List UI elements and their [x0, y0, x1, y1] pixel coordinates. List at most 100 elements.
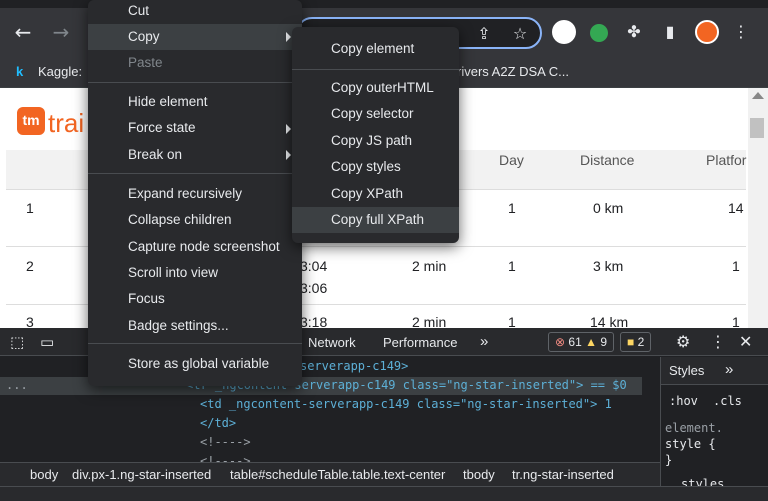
chevron-right-icon — [286, 124, 291, 134]
element-style-line-3: } — [665, 453, 673, 467]
chevron-right-icon — [286, 32, 291, 42]
element-style-line-1: element. — [665, 421, 723, 435]
settings-gear-icon[interactable]: ⚙ — [676, 332, 690, 351]
header-distance: Distance — [580, 152, 635, 168]
bookmark-star-icon[interactable]: ☆ — [510, 24, 530, 44]
menu-item-copy-xpath[interactable]: Copy XPath — [292, 181, 459, 207]
menu-item-break-on[interactable]: Break on — [88, 142, 302, 168]
row-1-platform: 14 — [728, 200, 744, 216]
crumb-tbody[interactable]: tbody — [463, 467, 495, 482]
copy-submenu: Copy element Copy outerHTML Copy selecto… — [292, 27, 459, 243]
styles-more-icon[interactable]: » — [725, 361, 733, 378]
analytics-extension-icon[interactable] — [552, 20, 576, 44]
row-1-distance: 0 km — [593, 200, 624, 216]
crumb-div[interactable]: div.px-1.ng-star-inserted — [72, 467, 211, 482]
row-2-platform: 1 — [732, 258, 740, 274]
row-3-distance: 14 km — [590, 314, 629, 328]
row-3-halt: 2 min — [412, 314, 447, 328]
more-tabs-icon[interactable]: » — [480, 333, 488, 350]
error-warning-badge[interactable]: ⊗ 61 ▲ 9 — [548, 332, 615, 352]
code-line-4[interactable]: </td> — [200, 416, 236, 430]
trainman-logo-icon: tm — [17, 107, 45, 135]
ellipsis-marker[interactable]: ... — [6, 378, 28, 392]
bookmark-kaggle[interactable]: Kaggle: — [38, 64, 82, 79]
device-toolbar-icon[interactable]: ▭ — [40, 333, 54, 351]
row-3-time1: 3:18 — [300, 314, 328, 328]
row-1-day: 1 — [508, 200, 516, 216]
menu-item-copy-js-path[interactable]: Copy JS path — [292, 128, 459, 154]
crumb-tr[interactable]: tr.ng-star-inserted — [512, 467, 614, 482]
row-1-num: 1 — [26, 200, 34, 216]
menu-item-store-as-global[interactable]: Store as global variable — [88, 351, 302, 377]
menu-item-copy[interactable]: Copy — [88, 24, 302, 50]
menu-item-collapse-children[interactable]: Collapse children — [88, 207, 302, 233]
error-icon: ⊗ — [555, 335, 566, 349]
issues-badge[interactable]: ■ 2 — [620, 332, 652, 352]
menu-item-hide-element[interactable]: Hide element — [88, 89, 302, 115]
menu-item-copy-full-xpath[interactable]: Copy full XPath — [292, 207, 459, 233]
profile-avatar[interactable] — [695, 20, 719, 44]
menu-item-copy-styles[interactable]: Copy styles — [292, 154, 459, 180]
side-panel-icon[interactable]: ▮ — [660, 22, 680, 42]
element-style-line-2: style { — [665, 437, 716, 451]
menu-separator — [88, 173, 302, 174]
crumb-table[interactable]: table#scheduleTable.table.text-center — [230, 467, 445, 482]
tab-styles[interactable]: Styles — [669, 363, 704, 378]
menu-separator — [88, 343, 302, 344]
kebab-menu-icon[interactable]: ⋮ — [731, 22, 751, 42]
menu-item-scroll-into-view[interactable]: Scroll into view — [88, 260, 302, 286]
menu-separator — [88, 82, 302, 83]
menu-item-expand-recursively[interactable]: Expand recursively — [88, 181, 302, 207]
inspect-element-icon[interactable]: ⬚ — [10, 333, 24, 351]
plus-extension-icon[interactable] — [590, 24, 608, 42]
menu-item-copy-selector[interactable]: Copy selector — [292, 101, 459, 127]
menu-item-capture-node-screenshot[interactable]: Capture node screenshot — [88, 234, 302, 260]
close-devtools-icon[interactable]: ✕ — [739, 332, 752, 351]
error-count: 61 — [568, 335, 582, 349]
forward-arrow-icon[interactable]: → — [50, 22, 72, 44]
header-platform: Platfor — [706, 152, 747, 168]
tab-performance[interactable]: Performance — [383, 335, 457, 350]
menu-item-badge-settings[interactable]: Badge settings... — [88, 313, 302, 339]
menu-item-paste: Paste — [128, 55, 163, 70]
puzzle-extensions-icon[interactable]: ✤ — [624, 22, 644, 42]
row-3-num: 3 — [26, 314, 34, 328]
issues-count: 2 — [637, 335, 645, 349]
menu-item-focus[interactable]: Focus — [88, 286, 302, 312]
code-line-5[interactable]: <!----> — [200, 435, 251, 449]
styles-pane-header: Styles » — [661, 357, 768, 385]
row-2-distance: 3 km — [593, 258, 624, 274]
share-icon[interactable]: ⇪ — [474, 24, 494, 44]
menu-item-copy-element[interactable]: Copy element — [292, 36, 459, 62]
tab-network[interactable]: Network — [308, 335, 356, 350]
back-arrow-icon[interactable]: ← — [12, 22, 34, 44]
row-2-halt: 2 min — [412, 258, 447, 274]
devtools-kebab-icon[interactable]: ⋮ — [710, 332, 726, 351]
menu-item-copy-outerhtml[interactable]: Copy outerHTML — [292, 75, 459, 101]
code-line-3[interactable]: <td _ngcontent-serverapp-c149 class="ng-… — [200, 397, 612, 411]
menu-separator — [292, 69, 459, 70]
code-line-1[interactable]: serverapp-c149> — [300, 359, 408, 373]
menu-item-force-state[interactable]: Force state — [88, 115, 302, 141]
header-day: Day — [499, 152, 524, 168]
warning-count: 9 — [600, 335, 608, 349]
warning-icon: ▲ — [585, 335, 597, 349]
scroll-up-icon[interactable] — [752, 92, 764, 99]
styles-pane: Styles » :hov .cls element. style { } st… — [660, 357, 768, 493]
row-2-time1: 3:04 — [300, 258, 328, 274]
issues-icon: ■ — [627, 335, 635, 349]
menu-item-copy-label: Copy — [128, 29, 160, 44]
logo-text: trai — [48, 108, 85, 138]
crumb-body[interactable]: body — [30, 467, 58, 482]
scroll-thumb[interactable] — [750, 118, 764, 138]
context-menu: Cut Copy Paste Hide element Force state … — [88, 0, 302, 386]
row-2-day: 1 — [508, 258, 516, 274]
cls-toggle[interactable]: .cls — [713, 394, 742, 408]
row-3-platform: 1 — [732, 314, 740, 328]
row-2-time2: 3:06 — [300, 280, 328, 296]
bookmark-striver[interactable]: rivers A2Z DSA C... — [457, 64, 569, 79]
hov-toggle[interactable]: :hov — [669, 394, 698, 408]
row-2-num: 2 — [26, 258, 34, 274]
dom-breadcrumbs: body div.px-1.ng-star-inserted table#sch… — [0, 462, 660, 486]
menu-item-cut[interactable]: Cut — [88, 0, 302, 24]
